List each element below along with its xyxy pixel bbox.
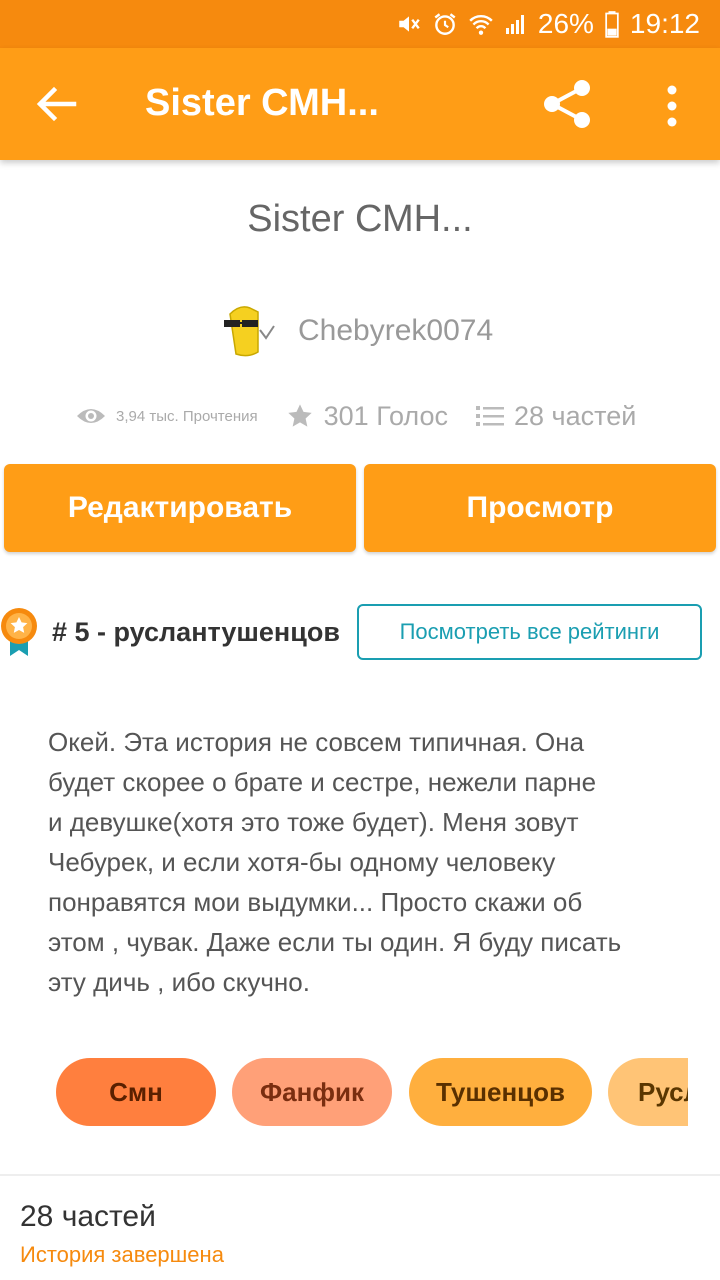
completion-status: История завершена [20, 1242, 224, 1267]
status-icons: 26% 19:12 [396, 6, 700, 42]
battery-percent: 26% [537, 8, 594, 39]
story-description: Окей. Эта история не совсем типичная. Он… [48, 727, 622, 997]
app-bar-title: Sister СМН... [145, 82, 379, 124]
reads-stat: 3,94 тыс. Прочтения [76, 405, 258, 427]
ranking-label: # 5 - руслантушенцов [52, 616, 340, 647]
story-stats: 3,94 тыс. Прочтения 301 Голос 28 частей [76, 396, 636, 436]
ranking-row: # 5 - руслантушенцов [0, 604, 340, 660]
tag-chip[interactable]: Тушенцов [409, 1058, 592, 1126]
author-row[interactable]: Chebyrek0074 [218, 300, 493, 362]
avatar[interactable] [218, 300, 278, 362]
star-icon [287, 404, 312, 427]
story-title: Sister СМН... [247, 198, 473, 240]
wifi-icon [469, 15, 493, 35]
back-arrow-icon[interactable] [34, 84, 78, 124]
parts-count[interactable]: 28 частей [20, 1200, 156, 1234]
parts-count-stat: 28 частей [514, 400, 637, 431]
app-bar: Sister СМН... [0, 48, 720, 160]
tag-chip[interactable]: Фанфик [232, 1058, 392, 1126]
tag-list: Смн Фанфик Тушенцов Русл [56, 1058, 688, 1126]
list-icon [476, 406, 505, 426]
eye-icon [77, 409, 105, 423]
tag-chip[interactable]: Русл [608, 1058, 688, 1126]
author-name[interactable]: Chebyrek0074 [298, 314, 493, 348]
clock: 19:12 [629, 8, 700, 39]
divider [0, 1174, 720, 1176]
share-icon[interactable] [540, 78, 594, 130]
see-all-rankings-button[interactable]: Посмотреть все рейтинги [357, 604, 702, 660]
parts-stat: 28 частей [476, 401, 636, 432]
votes-count: 301 Голос [323, 400, 449, 431]
edit-button[interactable]: Редактировать [4, 464, 356, 552]
status-bar: 26% 19:12 [0, 0, 720, 48]
alarm-icon [434, 13, 456, 35]
mute-icon [399, 16, 420, 32]
medal-icon [1, 608, 37, 656]
battery-icon [605, 11, 619, 38]
tag-chip[interactable]: Смн [56, 1058, 216, 1126]
more-vert-icon[interactable] [660, 84, 684, 128]
reads-count: 3,94 тыс. Прочтения [116, 407, 258, 425]
votes-stat: 301 Голос [286, 401, 448, 432]
view-button[interactable]: Просмотр [364, 464, 716, 552]
signal-icon [505, 15, 524, 34]
